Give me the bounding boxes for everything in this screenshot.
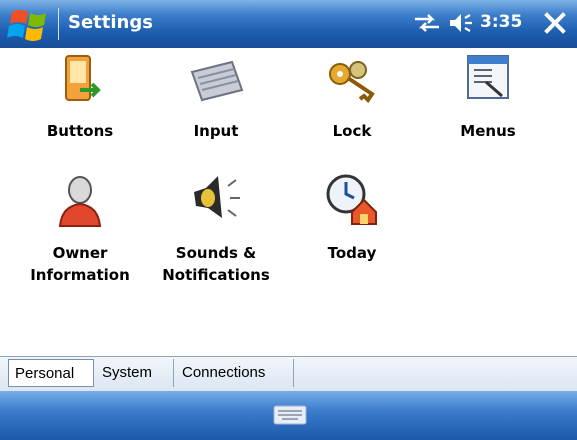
- title-separator: [58, 8, 59, 40]
- close-icon: [544, 12, 566, 34]
- start-button[interactable]: [6, 6, 56, 44]
- volume-status[interactable]: [448, 11, 476, 35]
- buttons-icon: [52, 52, 108, 108]
- connectivity-arrows-icon: [415, 14, 439, 32]
- settings-item-lock[interactable]: Lock: [282, 52, 422, 152]
- input-panel-button[interactable]: [270, 403, 310, 427]
- settings-item-label-line2: Information: [30, 266, 130, 284]
- keyboard-icon: [188, 52, 244, 108]
- tab-connections[interactable]: Connections: [176, 359, 294, 387]
- speaker-icon: [188, 172, 244, 228]
- soft-key-bar: [0, 391, 577, 440]
- tab-system[interactable]: System: [96, 359, 174, 387]
- tab-bar: Personal System Connections: [0, 356, 577, 391]
- window-title: Settings: [68, 12, 153, 33]
- owner-icon: [52, 172, 108, 228]
- menus-icon: [460, 52, 516, 108]
- settings-item-label-line1: Sounds &: [175, 244, 257, 262]
- close-button[interactable]: [541, 8, 569, 38]
- settings-item-input[interactable]: Input: [146, 52, 286, 152]
- title-bar: Settings 3:35: [0, 0, 577, 48]
- clock[interactable]: 3:35: [480, 12, 522, 32]
- speaker-volume-icon: [450, 14, 472, 32]
- settings-item-label: Lock: [332, 122, 372, 140]
- settings-item-menus[interactable]: Menus: [418, 52, 558, 152]
- settings-item-label-line2: Notifications: [162, 266, 270, 284]
- keyboard-icon: [273, 405, 307, 425]
- keys-icon: [324, 52, 380, 108]
- settings-item-label: Input: [193, 122, 239, 140]
- settings-item-owner-information[interactable]: Owner Information: [10, 172, 150, 292]
- today-clock-icon: [324, 172, 380, 228]
- settings-item-label: Today: [327, 244, 377, 262]
- settings-item-sounds-notifications[interactable]: Sounds & Notifications: [146, 172, 286, 292]
- settings-item-label: Menus: [460, 122, 516, 140]
- settings-item-today[interactable]: Today: [282, 172, 422, 272]
- settings-item-label-line1: Owner: [52, 244, 108, 262]
- tab-personal[interactable]: Personal: [8, 359, 94, 387]
- settings-item-buttons[interactable]: Buttons: [10, 52, 150, 152]
- settings-item-label: Buttons: [46, 122, 114, 140]
- connectivity-status[interactable]: [412, 11, 442, 35]
- windows-flag-icon: [7, 10, 46, 41]
